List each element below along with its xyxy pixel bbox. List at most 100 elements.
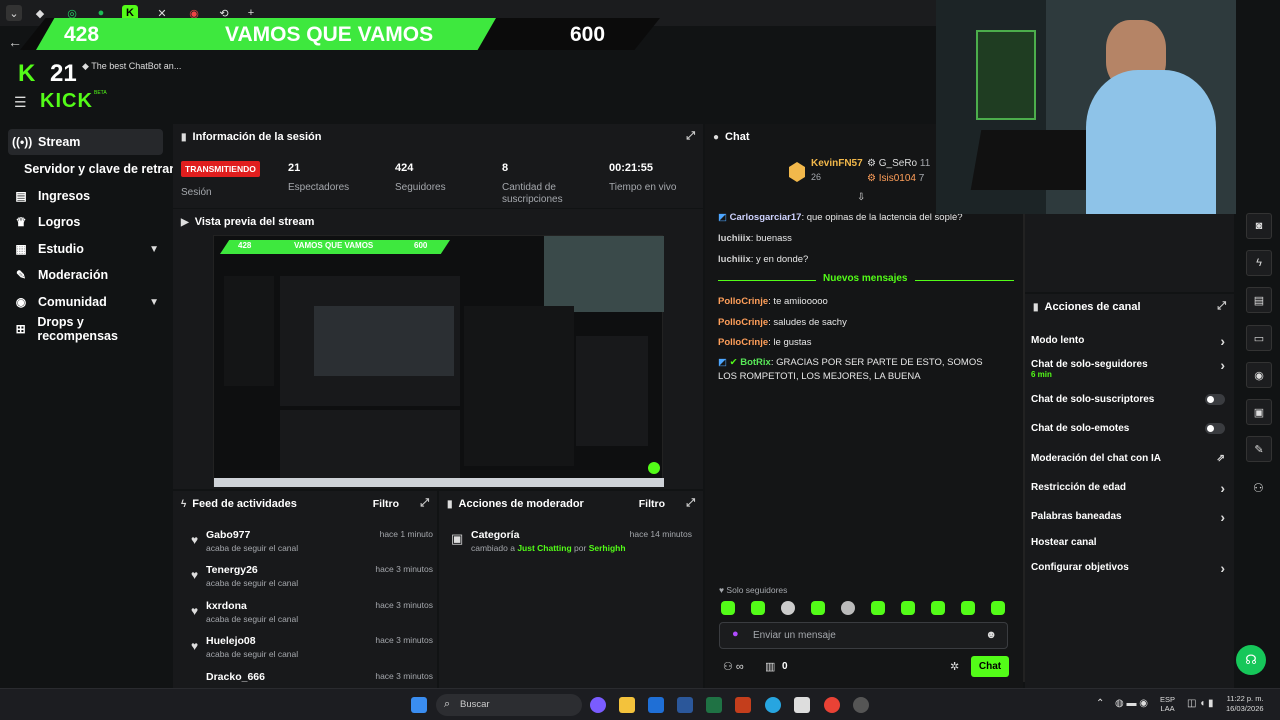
points-icon[interactable]: ▥: [765, 660, 775, 673]
action-ai-moderation[interactable]: Moderación del chat con IA ⇗: [1031, 453, 1231, 464]
top-user-2[interactable]: ⚙ G_SeRo 11: [867, 158, 930, 169]
mic-icon[interactable]: ●: [732, 628, 739, 640]
chat-user[interactable]: Carlosgarciar17: [730, 212, 802, 223]
emote-icon[interactable]: [901, 601, 915, 615]
tray-language[interactable]: ESP LAA: [1160, 695, 1175, 713]
network-volume-icons[interactable]: ◫ ◖ ▮: [1187, 698, 1214, 709]
emote-icon[interactable]: [751, 601, 765, 615]
feed-user[interactable]: Huelejo08: [206, 635, 256, 647]
sidebar-item-logros[interactable]: ♛ Logros: [8, 209, 163, 235]
action-followers-only[interactable]: Chat de solo-seguidores 6 min ›: [1031, 357, 1231, 379]
powerpoint-icon[interactable]: [735, 697, 751, 713]
action-banned-words[interactable]: Palabras baneadas ›: [1031, 509, 1231, 525]
app-icon[interactable]: [794, 697, 810, 713]
toolbar-camera-icon[interactable]: ◙: [1246, 213, 1272, 239]
expand-icon[interactable]: ⤢: [420, 497, 429, 510]
emote-icon[interactable]: [961, 601, 975, 615]
help-button[interactable]: ☊: [1236, 645, 1266, 675]
store-icon[interactable]: [648, 697, 664, 713]
toolbar-list-icon[interactable]: ▤: [1246, 287, 1272, 313]
filter-button[interactable]: Filtro: [639, 498, 665, 510]
sidebar-item-moderacion[interactable]: ✎ Moderación: [8, 262, 163, 288]
toolbar-chat-icon[interactable]: ▭: [1246, 325, 1272, 351]
tray-icons[interactable]: ◍ ▬ ◉: [1115, 698, 1148, 709]
taskbar-search[interactable]: ⌕ Buscar: [436, 694, 582, 716]
emote-icon[interactable]: [871, 601, 885, 615]
sidebar-item-comunidad[interactable]: ◉ Comunidad ▼: [8, 289, 163, 315]
expand-icon[interactable]: ⤢: [686, 130, 695, 143]
kick-k-logo: K: [18, 60, 36, 87]
chat-settings-icon[interactable]: ✲: [950, 660, 959, 673]
chat-message: PolloCrinje: te amiiooooo: [718, 295, 1008, 309]
chat-send-button[interactable]: Chat: [971, 656, 1009, 677]
file-explorer-icon[interactable]: [619, 697, 635, 713]
emote-icon[interactable]: [991, 601, 1005, 615]
toolbar-wrench-icon[interactable]: ✎: [1246, 436, 1272, 462]
emote-icon[interactable]: [811, 601, 825, 615]
mod-item-user[interactable]: Serhighh: [589, 543, 626, 553]
emote-icon[interactable]: [931, 601, 945, 615]
filter-button[interactable]: Filtro: [373, 498, 399, 510]
top-user-3[interactable]: ⚙ Isis0104 7: [867, 173, 924, 184]
chat-input-box[interactable]: ● Enviar un mensaje ☻: [719, 622, 1008, 649]
sidebar-item-ingresos[interactable]: ▤ Ingresos: [8, 183, 163, 209]
sidebar-item-estudio[interactable]: ▦ Estudio ▼: [8, 236, 163, 262]
toolbar-lightning-icon[interactable]: ϟ: [1246, 250, 1272, 276]
emote-icon[interactable]: [781, 601, 795, 615]
channel-actions-header: ▮ Acciones de canal ⤢: [1025, 294, 1234, 320]
feed-item: ♥ Tenergy26 acaba de seguir el canal hac…: [191, 564, 433, 598]
sidebar-item-server-key[interactable]: Servidor y clave de retransm: [24, 156, 174, 182]
edge-icon[interactable]: [765, 697, 781, 713]
chat-user[interactable]: PolloCrinje: [718, 337, 768, 348]
excel-icon[interactable]: [706, 697, 722, 713]
copilot-icon[interactable]: [590, 697, 606, 713]
toolbar-stream-icon[interactable]: ◉: [1246, 362, 1272, 388]
tray-chevron-icon[interactable]: ⌃: [1096, 698, 1104, 709]
feed-user[interactable]: Gabo977: [206, 529, 250, 541]
action-age-restriction[interactable]: Restricción de edad ›: [1031, 480, 1231, 496]
expand-icon[interactable]: ⤢: [686, 497, 695, 510]
chat-message: luchiiix: y en donde?: [718, 253, 1008, 267]
action-goals[interactable]: Configurar objetivos ›: [1031, 560, 1231, 576]
collapse-icon[interactable]: ⇩: [857, 192, 865, 203]
emoji-icon[interactable]: ☻: [985, 629, 997, 641]
sidebar-item-drops[interactable]: ⊞ Drops y recompensas: [8, 315, 163, 343]
tray-clock[interactable]: 11:22 p. m. 16/03/2026: [1226, 694, 1264, 714]
chat-text: : buenass: [750, 233, 792, 244]
subs-only-toggle[interactable]: [1205, 394, 1225, 405]
action-emotes-only[interactable]: Chat de solo-emotes: [1031, 423, 1231, 434]
toolbar-shield-icon[interactable]: ▣: [1246, 399, 1272, 425]
stat-value: 8: [502, 162, 509, 174]
search-placeholder: Buscar: [460, 699, 490, 710]
chat-user[interactable]: BotRix: [740, 357, 771, 368]
chat-user[interactable]: luchiiix: [718, 233, 751, 244]
stat-label: Espectadores: [288, 182, 350, 193]
feed-user[interactable]: kxrdona: [206, 600, 247, 612]
emotes-only-toggle[interactable]: [1205, 423, 1225, 434]
feed-user[interactable]: Dracko_666: [206, 671, 265, 683]
chat-users-icon[interactable]: ⚇ ∞: [723, 660, 744, 673]
stream-preview-video[interactable]: 428 VAMOS QUE VAMOS 600: [213, 235, 664, 487]
chat-user[interactable]: PolloCrinje: [718, 296, 768, 307]
emote-icon[interactable]: [841, 601, 855, 615]
action-slow-mode[interactable]: Modo lento ›: [1031, 333, 1231, 349]
action-subs-only[interactable]: Chat de solo-suscriptores: [1031, 394, 1231, 405]
emote-icon[interactable]: [721, 601, 735, 615]
chat-user[interactable]: luchiiix: [718, 254, 751, 265]
mod-item-category[interactable]: Just Chatting: [517, 543, 571, 553]
kick-logo[interactable]: KICK: [40, 90, 93, 113]
word-icon[interactable]: [677, 697, 693, 713]
feed-action: acaba de seguir el canal: [206, 614, 299, 624]
chat-user[interactable]: PolloCrinje: [718, 317, 768, 328]
top-user-name[interactable]: KevinFN57: [811, 158, 863, 169]
obs-icon[interactable]: [853, 697, 869, 713]
channel-actions-title: Acciones de canal: [1044, 301, 1141, 313]
toolbar-users-icon[interactable]: ⚇: [1253, 481, 1264, 495]
chrome-icon[interactable]: [824, 697, 840, 713]
action-host-channel[interactable]: Hostear canal: [1031, 537, 1231, 548]
expand-icon[interactable]: ⤢: [1217, 300, 1226, 313]
feed-user[interactable]: Tenergy26: [206, 564, 258, 576]
sidebar-item-stream[interactable]: ((•)) Stream: [8, 129, 163, 155]
windows-start-icon[interactable]: [411, 697, 427, 713]
hamburger-icon[interactable]: ☰: [14, 94, 27, 111]
